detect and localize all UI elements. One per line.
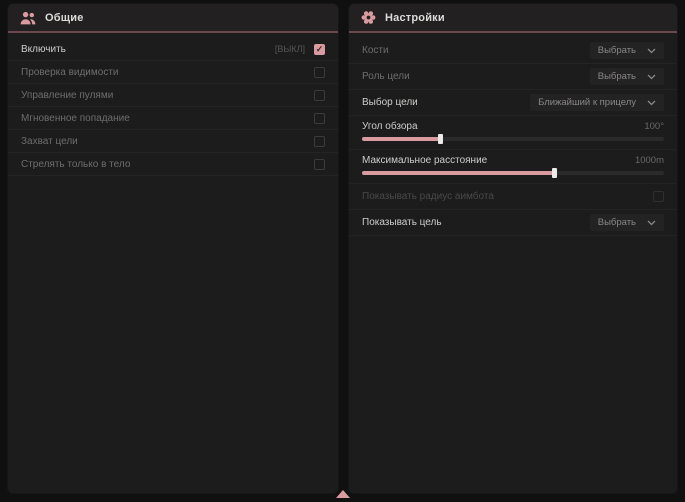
dropdown[interactable]: Выбрать — [590, 68, 664, 85]
dropdown-value: Выбрать — [598, 217, 636, 228]
slider-value: 1000m — [635, 155, 664, 166]
chevron-down-icon — [647, 48, 656, 54]
setting-label: Роль цели — [362, 71, 410, 82]
row-controls — [314, 113, 325, 124]
setting-label: Стрелять только в тело — [21, 159, 130, 170]
panel-settings-body: Кости Выбрать Роль цели Выбрать Выбор цели Бл… — [349, 33, 677, 236]
row-controls — [314, 136, 325, 147]
panel-title: Общие — [45, 12, 84, 24]
slider-header: Угол обзора 100° — [362, 119, 664, 134]
setting-label: Показывать цель — [362, 217, 442, 228]
setting-row[interactable]: Угол обзора 100° — [349, 116, 677, 150]
checkbox[interactable] — [314, 90, 325, 101]
dropdown[interactable]: Выбрать — [590, 42, 664, 59]
setting-row[interactable]: Захват цели — [8, 130, 338, 153]
row-controls: Выбрать — [590, 214, 664, 231]
checkbox[interactable] — [314, 159, 325, 170]
panel-general-body: Включить [ВЫКЛ] ✓ Проверка видимости Управле… — [8, 33, 338, 176]
setting-label: Угол обзора — [362, 121, 418, 132]
checkbox[interactable] — [653, 191, 664, 202]
panel-settings: Настройки Кости Выбрать Роль цели Выбрать Вы… — [349, 4, 677, 493]
checkbox[interactable] — [314, 136, 325, 147]
setting-row[interactable]: Кости Выбрать — [349, 38, 677, 64]
slider-header: Максимальное расстояние 1000m — [362, 153, 664, 168]
chevron-down-icon — [647, 100, 656, 106]
gear-icon — [361, 10, 376, 25]
setting-label: Максимальное расстояние — [362, 155, 487, 166]
setting-row[interactable]: Выбор цели Ближайший к прицелу — [349, 90, 677, 116]
panel-general: Общие Включить [ВЫКЛ] ✓ Проверка видимости У… — [8, 4, 338, 493]
setting-label: Кости — [362, 45, 389, 56]
setting-row[interactable]: Управление пулями — [8, 84, 338, 107]
panel-settings-header: Настройки — [349, 4, 677, 33]
setting-label: Выбор цели — [362, 97, 418, 108]
setting-label: Захват цели — [21, 136, 78, 147]
slider-track[interactable] — [362, 171, 664, 175]
row-controls: Выбрать — [590, 68, 664, 85]
checkbox[interactable] — [314, 67, 325, 78]
slider-handle[interactable] — [438, 134, 443, 144]
slider-track[interactable] — [362, 137, 664, 141]
chevron-down-icon — [647, 220, 656, 226]
setting-label: Мгновенное попадание — [21, 113, 130, 124]
row-controls: Ближайший к прицелу — [530, 94, 664, 111]
row-controls — [314, 90, 325, 101]
chevron-down-icon — [647, 74, 656, 80]
dropdown-value: Ближайший к прицелу — [538, 97, 636, 108]
dropdown-value: Выбрать — [598, 71, 636, 82]
setting-row[interactable]: Стрелять только в тело — [8, 153, 338, 176]
setting-row[interactable]: Проверка видимости — [8, 61, 338, 84]
dropdown[interactable]: Выбрать — [590, 214, 664, 231]
slider-fill — [362, 137, 441, 141]
panel-title: Настройки — [385, 12, 445, 24]
panel-general-header: Общие — [8, 4, 338, 33]
setting-row[interactable]: Максимальное расстояние 1000m — [349, 150, 677, 184]
users-icon — [20, 11, 36, 25]
setting-row[interactable]: Мгновенное попадание — [8, 107, 338, 130]
slider-value: 100° — [644, 121, 664, 132]
dropdown-value: Выбрать — [598, 45, 636, 56]
row-controls: [ВЫКЛ] ✓ — [275, 44, 325, 55]
row-controls — [314, 159, 325, 170]
setting-label: Включить — [21, 44, 66, 55]
setting-row[interactable]: Роль цели Выбрать — [349, 64, 677, 90]
setting-row[interactable]: Показывать радиус аимбота — [349, 184, 677, 210]
row-controls: Выбрать — [590, 42, 664, 59]
scroll-up-arrow-icon[interactable] — [336, 490, 350, 498]
mod-menu: Общие Включить [ВЫКЛ] ✓ Проверка видимости У… — [0, 0, 685, 502]
checkbox[interactable]: ✓ — [314, 44, 325, 55]
setting-label: Показывать радиус аимбота — [362, 191, 494, 202]
row-controls — [653, 191, 664, 202]
slider-handle[interactable] — [552, 168, 557, 178]
slider-fill — [362, 171, 555, 175]
setting-row[interactable]: Показывать цель Выбрать — [349, 210, 677, 236]
checkbox[interactable] — [314, 113, 325, 124]
row-controls — [314, 67, 325, 78]
dropdown[interactable]: Ближайший к прицелу — [530, 94, 664, 111]
setting-label: Управление пулями — [21, 90, 113, 101]
setting-label: Проверка видимости — [21, 67, 119, 78]
hotkey-tag: [ВЫКЛ] — [275, 44, 305, 54]
setting-row[interactable]: Включить [ВЫКЛ] ✓ — [8, 38, 338, 61]
